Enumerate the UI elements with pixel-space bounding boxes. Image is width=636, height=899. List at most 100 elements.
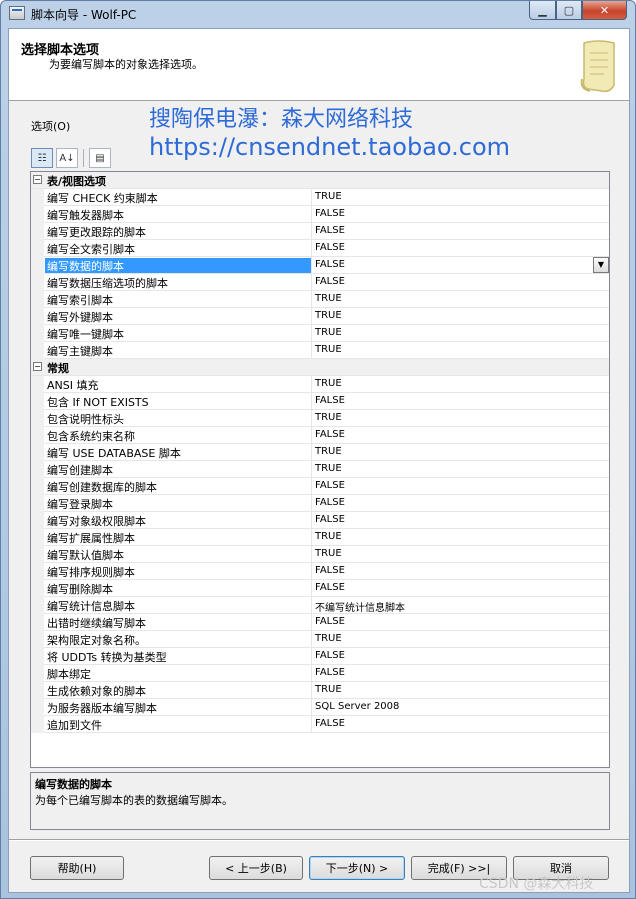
property-value[interactable]: FALSE bbox=[315, 395, 345, 406]
property-value[interactable]: TRUE bbox=[315, 293, 342, 304]
property-name: 编写数据的脚本 bbox=[45, 258, 311, 273]
property-row[interactable]: 编写数据的脚本 FALSE ▼ bbox=[31, 257, 609, 274]
property-value[interactable]: FALSE bbox=[315, 565, 345, 576]
property-value[interactable]: FALSE bbox=[315, 259, 345, 270]
property-value[interactable]: FALSE bbox=[315, 497, 345, 508]
categorized-icon[interactable]: ☷ bbox=[31, 148, 53, 168]
help-button[interactable]: 帮助(H) bbox=[30, 856, 124, 880]
property-row[interactable]: 脚本绑定 FALSE bbox=[31, 665, 609, 682]
property-value[interactable]: TRUE bbox=[315, 633, 342, 644]
row-gutter bbox=[31, 563, 44, 580]
property-row[interactable]: 编写主键脚本 TRUE bbox=[31, 342, 609, 359]
property-value[interactable]: FALSE bbox=[315, 667, 345, 678]
property-row[interactable]: ANSI 填充 TRUE bbox=[31, 376, 609, 393]
property-row[interactable]: 编写唯一键脚本 TRUE bbox=[31, 325, 609, 342]
property-name: 出错时继续编写脚本 bbox=[47, 617, 146, 630]
property-row[interactable]: 生成依赖对象的脚本 TRUE bbox=[31, 682, 609, 699]
property-value[interactable]: TRUE bbox=[315, 344, 342, 355]
property-value[interactable]: TRUE bbox=[315, 191, 342, 202]
property-name: 编写外键脚本 bbox=[47, 311, 113, 324]
property-row[interactable]: 编写 CHECK 约束脚本 TRUE bbox=[31, 189, 609, 206]
property-row[interactable]: 编写数据压缩选项的脚本 FALSE bbox=[31, 274, 609, 291]
property-row[interactable]: 将 UDDTs 转换为基类型 FALSE bbox=[31, 648, 609, 665]
property-row[interactable]: 编写删除脚本 FALSE bbox=[31, 580, 609, 597]
property-row[interactable]: 编写触发器脚本 FALSE bbox=[31, 206, 609, 223]
property-value[interactable]: FALSE bbox=[315, 514, 345, 525]
back-button[interactable]: < 上一步(B) bbox=[209, 856, 303, 880]
property-value[interactable]: 不编写统计信息脚本 bbox=[315, 599, 405, 614]
row-gutter bbox=[31, 376, 44, 393]
dropdown-arrow-icon[interactable]: ▼ bbox=[593, 257, 609, 273]
property-grid[interactable]: − 表/视图选项编写 CHECK 约束脚本 TRUE 编写触发器脚本 FALSE 编写更改… bbox=[30, 171, 610, 768]
property-value[interactable]: TRUE bbox=[315, 446, 342, 457]
next-button[interactable]: 下一步(N) > bbox=[309, 856, 405, 880]
property-name: 编写对象级权限脚本 bbox=[47, 515, 146, 528]
property-name: 编写登录脚本 bbox=[47, 498, 113, 511]
row-gutter bbox=[31, 444, 44, 461]
row-gutter bbox=[31, 580, 44, 597]
property-value[interactable]: FALSE bbox=[315, 480, 345, 491]
row-gutter bbox=[31, 308, 44, 325]
row-gutter bbox=[31, 614, 44, 631]
property-value[interactable]: TRUE bbox=[315, 531, 342, 542]
property-row[interactable]: 编写索引脚本 TRUE bbox=[31, 291, 609, 308]
property-value[interactable]: FALSE bbox=[315, 276, 345, 287]
property-value[interactable]: TRUE bbox=[315, 310, 342, 321]
property-row[interactable]: 编写统计信息脚本 不编写统计信息脚本 bbox=[31, 597, 609, 614]
property-value[interactable]: FALSE bbox=[315, 242, 345, 253]
property-row[interactable]: 编写 USE DATABASE 脚本 TRUE bbox=[31, 444, 609, 461]
property-row[interactable]: 编写扩展属性脚本 TRUE bbox=[31, 529, 609, 546]
property-name: 编写主键脚本 bbox=[47, 345, 113, 358]
maximize-icon[interactable]: ▢ bbox=[556, 1, 582, 20]
property-row[interactable]: 编写排序规则脚本 FALSE bbox=[31, 563, 609, 580]
property-value[interactable]: TRUE bbox=[315, 548, 342, 559]
grid-category[interactable]: − 表/视图选项 bbox=[31, 172, 609, 189]
column-divider bbox=[311, 495, 312, 512]
property-row[interactable]: 编写更改跟踪的脚本 FALSE bbox=[31, 223, 609, 240]
property-name: 编写 CHECK 约束脚本 bbox=[47, 192, 158, 205]
property-row[interactable]: 编写登录脚本 FALSE bbox=[31, 495, 609, 512]
property-row[interactable]: 出错时继续编写脚本 FALSE bbox=[31, 614, 609, 631]
property-value[interactable]: TRUE bbox=[315, 463, 342, 474]
column-divider bbox=[311, 444, 312, 461]
row-gutter bbox=[31, 648, 44, 665]
collapse-icon[interactable]: − bbox=[33, 175, 42, 184]
property-value[interactable]: TRUE bbox=[315, 684, 342, 695]
alphabetical-sort-icon[interactable]: A↓ bbox=[56, 148, 78, 168]
wizard-client-area: 选择脚本选项 为要编写脚本的对象选择选项。 选项(O) 搜陶保电瀑：森大网络科技… bbox=[8, 28, 630, 893]
property-row[interactable]: 包含 If NOT EXISTS FALSE bbox=[31, 393, 609, 410]
property-row[interactable]: 编写全文索引脚本 FALSE bbox=[31, 240, 609, 257]
property-row[interactable]: 追加到文件 FALSE bbox=[31, 716, 609, 733]
property-row[interactable]: 为服务器版本编写脚本 SQL Server 2008 bbox=[31, 699, 609, 716]
column-divider bbox=[311, 376, 312, 393]
property-value[interactable]: FALSE bbox=[315, 718, 345, 729]
close-icon[interactable]: ✕ bbox=[582, 1, 627, 20]
property-value[interactable]: TRUE bbox=[315, 378, 342, 389]
property-row[interactable]: 编写创建脚本 TRUE bbox=[31, 461, 609, 478]
property-value[interactable]: TRUE bbox=[315, 327, 342, 338]
property-pages-icon[interactable]: ▤ bbox=[89, 148, 111, 168]
property-value[interactable]: FALSE bbox=[315, 582, 345, 593]
property-row[interactable]: 编写外键脚本 TRUE bbox=[31, 308, 609, 325]
property-value[interactable]: FALSE bbox=[315, 650, 345, 661]
property-row[interactable]: 编写创建数据库的脚本 FALSE bbox=[31, 478, 609, 495]
grid-category[interactable]: − 常规 bbox=[31, 359, 609, 376]
property-value[interactable]: FALSE bbox=[315, 208, 345, 219]
property-value[interactable]: FALSE bbox=[315, 225, 345, 236]
property-value[interactable]: SQL Server 2008 bbox=[315, 701, 399, 712]
minimize-icon[interactable]: ▁ bbox=[529, 1, 556, 20]
title-bar[interactable]: 脚本向导 - Wolf-PC ▁ ▢ ✕ bbox=[1, 1, 635, 27]
property-value[interactable]: FALSE bbox=[315, 616, 345, 627]
row-gutter bbox=[31, 427, 44, 444]
property-row[interactable]: 编写默认值脚本 TRUE bbox=[31, 546, 609, 563]
property-value[interactable]: TRUE bbox=[315, 412, 342, 423]
toolbar-separator bbox=[83, 149, 84, 167]
property-row[interactable]: 编写对象级权限脚本 FALSE bbox=[31, 512, 609, 529]
collapse-icon[interactable]: − bbox=[33, 362, 42, 371]
column-divider bbox=[311, 699, 312, 716]
property-row[interactable]: 包含系统约束名称 FALSE bbox=[31, 427, 609, 444]
property-row[interactable]: 架构限定对象名称。 TRUE bbox=[31, 631, 609, 648]
property-value[interactable]: FALSE bbox=[315, 429, 345, 440]
property-row[interactable]: 包含说明性标头 TRUE bbox=[31, 410, 609, 427]
property-name: 编写创建脚本 bbox=[47, 464, 113, 477]
